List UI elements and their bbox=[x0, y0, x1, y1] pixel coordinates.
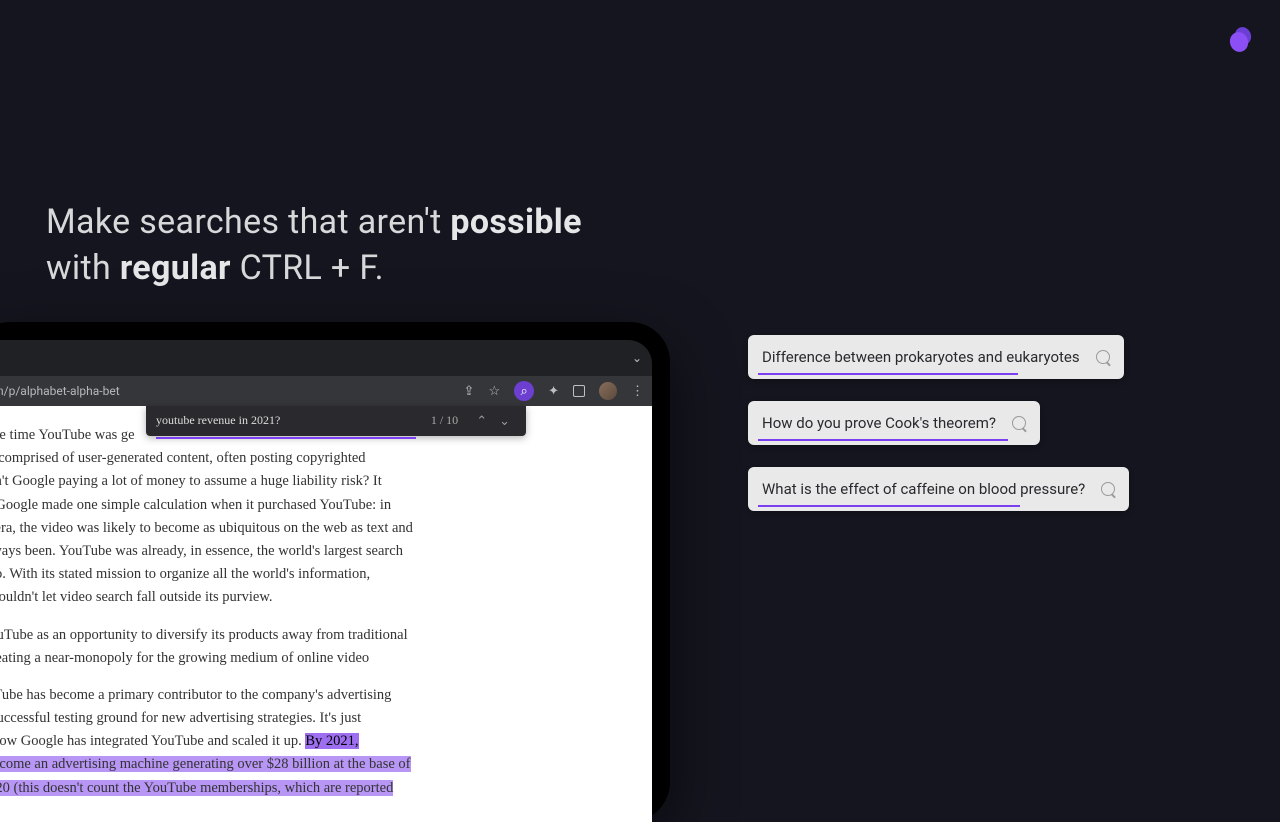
share-icon[interactable]: ⇪ bbox=[464, 384, 475, 399]
find-count: 1 / 10 bbox=[431, 411, 458, 430]
tab-dropdown-icon[interactable]: ⌄ bbox=[632, 351, 642, 365]
example-pill[interactable]: How do you prove Cook's theorem? bbox=[748, 401, 1040, 445]
example-pill[interactable]: What is the effect of caffeine on blood … bbox=[748, 467, 1129, 511]
extension-icon[interactable]: ⌕ bbox=[514, 381, 534, 401]
highlighted-text: By 2021, bbox=[305, 733, 358, 749]
url-text: com/p/alphabet-alpha-bet bbox=[0, 384, 120, 398]
app-logo-icon bbox=[1224, 24, 1256, 56]
window-icon[interactable] bbox=[573, 385, 585, 397]
example-queries: Difference between prokaryotes and eukar… bbox=[748, 335, 1129, 511]
find-next-icon[interactable]: ⌄ bbox=[499, 411, 510, 432]
article-content: youtube revenue in 2021? 1 / 10 ⌃ ⌄ At t… bbox=[0, 406, 652, 822]
browser-tab-bar: + ⌄ bbox=[0, 340, 652, 376]
menu-icon[interactable]: ⋮ bbox=[631, 384, 644, 399]
star-icon[interactable]: ☆ bbox=[488, 384, 500, 399]
avatar-icon[interactable] bbox=[599, 382, 617, 400]
example-pill[interactable]: Difference between prokaryotes and eukar… bbox=[748, 335, 1124, 379]
highlighted-text: as become an advertising machine generat… bbox=[0, 756, 411, 772]
device-mockup: + ⌄ com/p/alphabet-alpha-bet ⇪ ☆ ⌕ ✦ ⋮ y… bbox=[0, 322, 670, 822]
search-icon bbox=[1012, 416, 1026, 430]
new-tab-button[interactable]: + bbox=[0, 347, 4, 369]
find-query[interactable]: youtube revenue in 2021? bbox=[156, 411, 431, 430]
find-bar[interactable]: youtube revenue in 2021? 1 / 10 ⌃ ⌄ bbox=[146, 406, 526, 436]
highlighted-text: n 2020 (this doesn't count the YouTube m… bbox=[0, 780, 393, 796]
url-bar[interactable]: com/p/alphabet-alpha-bet ⇪ ☆ ⌕ ✦ ⋮ bbox=[0, 376, 652, 406]
puzzle-icon[interactable]: ✦ bbox=[548, 384, 559, 399]
headline: Make searches that aren't possible with … bbox=[46, 200, 582, 292]
find-prev-icon[interactable]: ⌃ bbox=[476, 411, 487, 432]
search-icon bbox=[1101, 482, 1115, 496]
search-icon bbox=[1096, 350, 1110, 364]
